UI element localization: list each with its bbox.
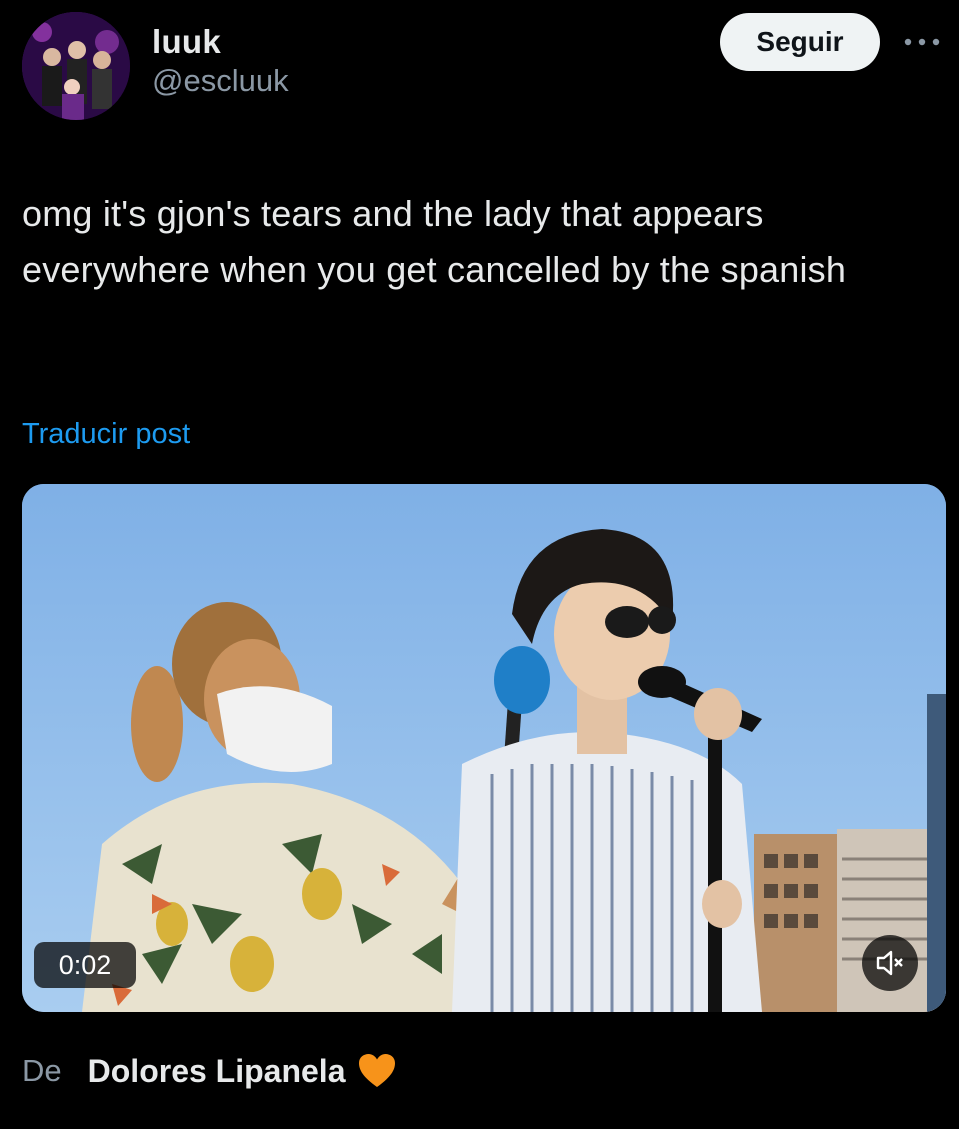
source-name-link[interactable]: Dolores Lipanela	[88, 1053, 346, 1090]
follow-button[interactable]: Seguir	[720, 13, 880, 71]
video-source-attribution: De Dolores Lipanela	[22, 1046, 397, 1096]
volume-muted-icon[interactable]	[862, 935, 918, 991]
avatar[interactable]	[22, 12, 130, 120]
author-handle[interactable]: @escluuk	[152, 62, 289, 100]
author-names: luuk @escluuk	[152, 22, 289, 100]
video-timestamp: 0:02	[34, 942, 136, 988]
source-prefix: De	[22, 1053, 62, 1088]
orange-heart-icon	[357, 1052, 397, 1090]
post-text: omg it's gjon's tears and the lady that …	[22, 193, 847, 290]
post-header: luuk @escluuk Seguir	[22, 10, 942, 120]
video-player[interactable]	[22, 484, 946, 1012]
translate-post-link[interactable]: Traducir post	[22, 418, 190, 451]
author-display-name[interactable]: luuk	[152, 22, 289, 62]
more-horizontal-icon[interactable]	[900, 30, 944, 54]
